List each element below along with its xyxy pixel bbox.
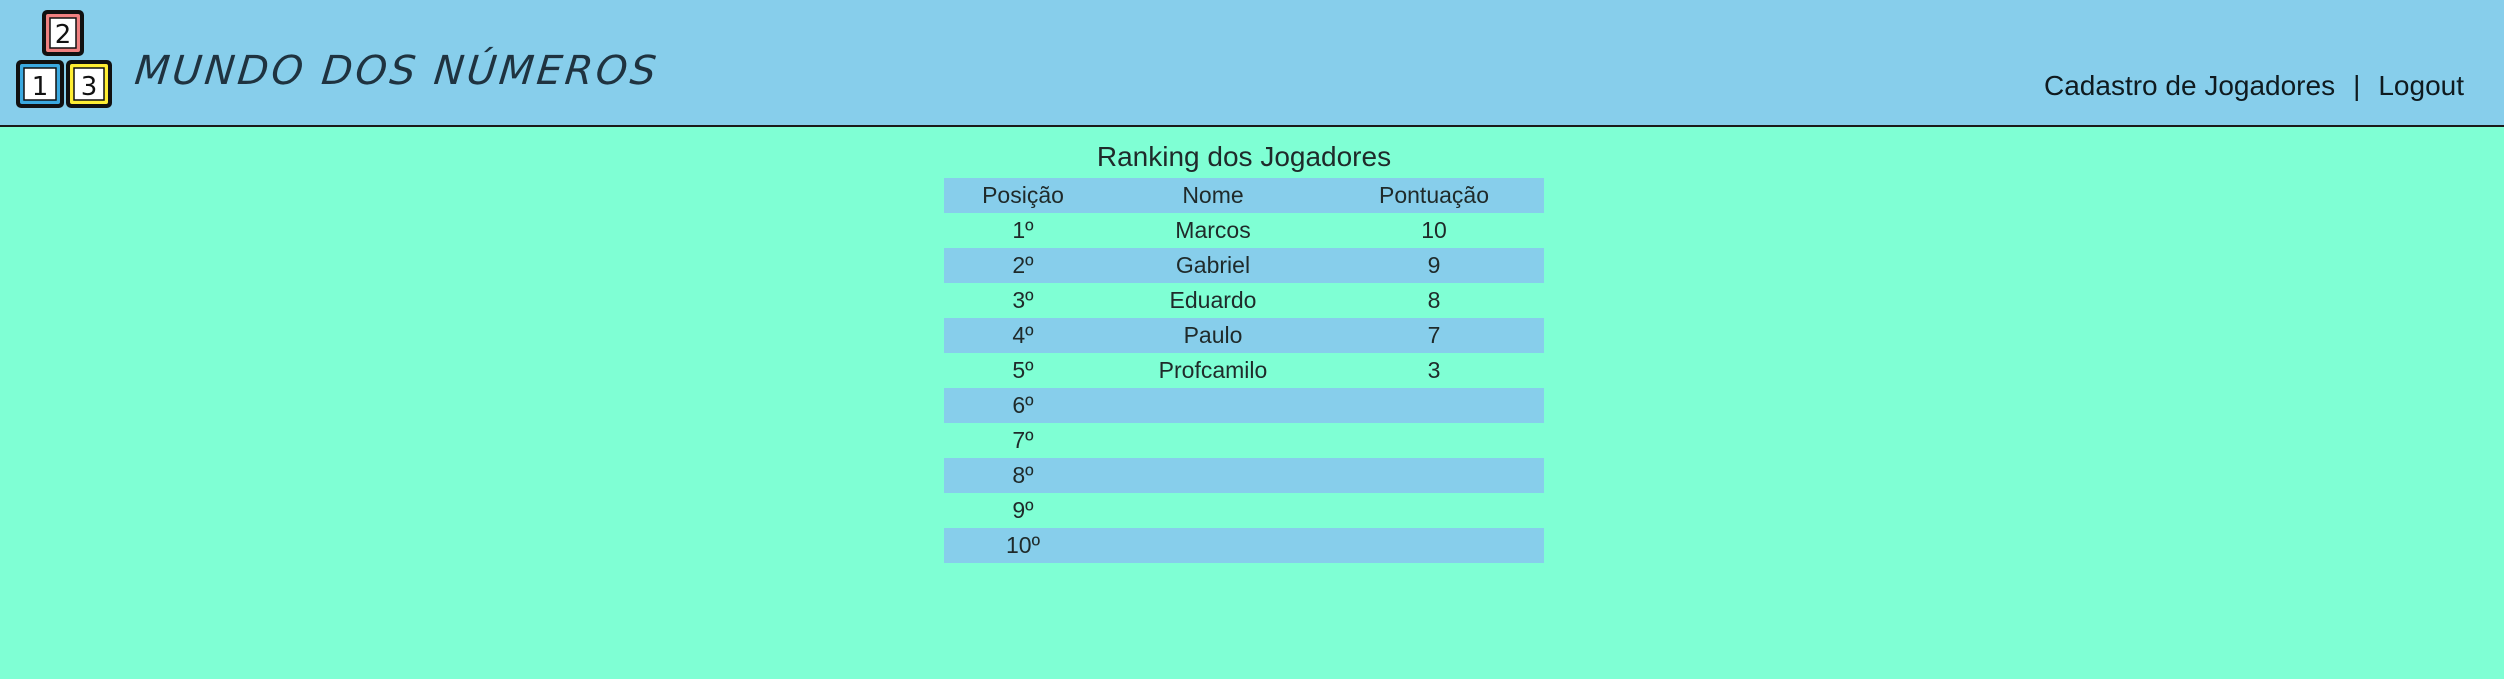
app-header: 2 1 3 MUNDO DOS NÚMEROS Cadastro de Joga…: [0, 0, 2504, 127]
cell-posicao: 8º: [1012, 462, 1034, 488]
ranking-table: Posição Nome Pontuação 1º Marcos 10 2º G…: [944, 178, 1544, 563]
table-row: 7º: [944, 423, 1544, 458]
cell-pontuacao: 3: [1427, 357, 1441, 383]
cell-nome: [1102, 388, 1324, 423]
cell-posicao: 3º: [1012, 287, 1034, 313]
cell-pontuacao: 8: [1427, 287, 1441, 313]
svg-text:3: 3: [81, 72, 98, 102]
cell-posicao: 10º: [1006, 532, 1040, 558]
cell-pontuacao: 9: [1427, 252, 1441, 278]
brand-title: MUNDO DOS NÚMEROS: [132, 48, 662, 94]
table-row: 9º: [944, 493, 1544, 528]
logo-block-2: 2: [42, 10, 84, 56]
cell-posicao: 7º: [1012, 427, 1034, 453]
cell-pontuacao: [1324, 423, 1544, 458]
cell-nome: Gabriel: [1175, 252, 1251, 278]
cell-nome: Profcamilo: [1158, 357, 1268, 383]
cell-nome: [1102, 423, 1324, 458]
cell-nome: Marcos: [1175, 217, 1251, 243]
logout-link[interactable]: Logout: [2378, 70, 2464, 102]
cell-posicao: 2º: [1012, 252, 1034, 278]
logo-block-3: 3: [66, 60, 112, 108]
table-row: 6º: [944, 388, 1544, 423]
cadastro-jogadores-link[interactable]: Cadastro de Jogadores: [2044, 70, 2335, 102]
table-row: 5º Profcamilo 3: [944, 353, 1544, 388]
cell-posicao: 5º: [1012, 357, 1034, 383]
table-row: 2º Gabriel 9: [944, 248, 1544, 283]
cell-posicao: 9º: [1012, 497, 1034, 523]
nav-separator: |: [2353, 70, 2361, 101]
cell-posicao: 4º: [1012, 322, 1034, 348]
cell-nome: [1102, 493, 1324, 528]
cell-pontuacao: [1324, 388, 1544, 423]
table-row: 4º Paulo 7: [944, 318, 1544, 353]
table-row: 3º Eduardo 8: [944, 283, 1544, 318]
svg-text:1: 1: [32, 72, 49, 102]
column-header-posicao: Posição: [982, 182, 1064, 208]
cell-nome: [1102, 528, 1324, 563]
cell-nome: [1102, 458, 1324, 493]
cell-pontuacao: 10: [1421, 217, 1447, 243]
cell-nome: Paulo: [1183, 322, 1243, 348]
logo-number-blocks-icon[interactable]: 2 1 3: [14, 8, 114, 110]
table-row: 1º Marcos 10: [944, 213, 1544, 248]
cell-posicao: 1º: [1012, 217, 1034, 243]
ranking-title: Ranking dos Jogadores: [1096, 141, 1392, 172]
column-header-nome: Nome: [1182, 182, 1244, 208]
cell-pontuacao: [1324, 458, 1544, 493]
cell-pontuacao: [1324, 493, 1544, 528]
logo-block-1: 1: [16, 60, 64, 108]
main-content: Ranking dos Jogadores Posição Nome Pontu…: [0, 127, 2504, 679]
ranking-header-row: Posição Nome Pontuação: [944, 178, 1544, 213]
cell-posicao: 6º: [1012, 392, 1034, 418]
svg-text:2: 2: [55, 20, 72, 50]
cell-pontuacao: 7: [1427, 322, 1441, 348]
table-row: 8º: [944, 458, 1544, 493]
cell-pontuacao: [1324, 528, 1544, 563]
column-header-pontuacao: Pontuação: [1379, 182, 1489, 208]
table-row: 10º: [944, 528, 1544, 563]
top-nav: Cadastro de Jogadores | Logout: [2044, 70, 2464, 102]
cell-nome: Eduardo: [1169, 287, 1257, 313]
